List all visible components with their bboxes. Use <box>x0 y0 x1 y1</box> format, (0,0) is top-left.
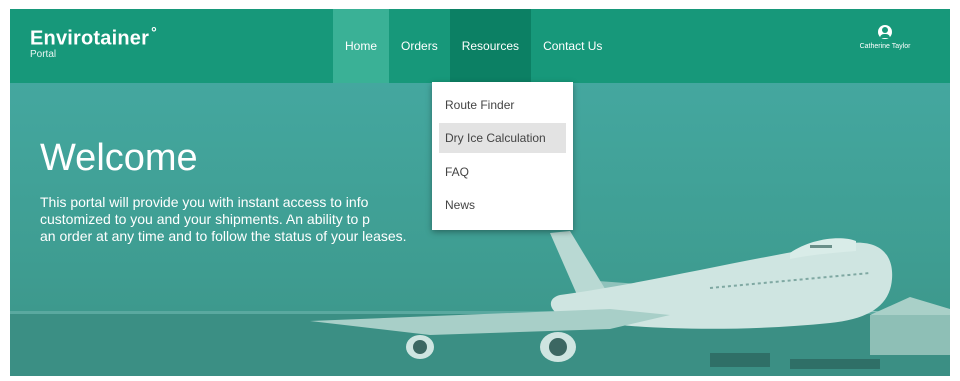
ground-equipment <box>790 359 880 369</box>
welcome-text-line-1: This portal will provide you with instan… <box>40 194 369 210</box>
airplane-engine-intake <box>413 340 427 354</box>
nav-item-home[interactable]: Home <box>333 9 390 83</box>
page-frame: Envirotainer ° Portal Home Orders Resourc… <box>10 9 950 376</box>
nav-item-resources[interactable]: Resources <box>449 9 532 83</box>
brand-mark: ° <box>151 24 157 40</box>
brand-logo[interactable]: Envirotainer ° Portal <box>30 21 157 60</box>
user-name: Catherine Taylor <box>859 43 911 50</box>
main-nav: Home Orders Resources Contact Us <box>333 9 614 83</box>
top-header: Envirotainer ° Portal Home Orders Resourc… <box>10 9 950 83</box>
menu-item-dry-ice-calculation[interactable]: Dry Ice Calculation <box>439 123 566 153</box>
brand-name-text: Envirotainer <box>30 27 150 50</box>
user-menu[interactable]: Catherine Taylor <box>840 25 930 51</box>
ground-vehicle <box>710 353 770 367</box>
menu-item-faq[interactable]: FAQ <box>439 157 566 187</box>
airplane-engine-intake-2 <box>549 338 567 356</box>
nav-item-contact-us[interactable]: Contact Us <box>531 9 614 83</box>
airplane-cockpit-windows <box>810 245 832 248</box>
menu-item-route-finder[interactable]: Route Finder <box>439 90 566 120</box>
welcome-heading: Welcome <box>40 137 198 179</box>
welcome-text-line-2: customized to you and your shipments. An… <box>40 211 370 227</box>
hangar-building <box>870 315 950 355</box>
brand-subtitle: Portal <box>30 48 57 60</box>
welcome-text-line-3: an order at any time and to follow the s… <box>40 228 407 244</box>
brand-name: Envirotainer ° <box>30 21 157 50</box>
menu-item-news[interactable]: News <box>439 190 566 220</box>
resources-dropdown-menu: Route Finder Dry Ice Calculation FAQ New… <box>432 82 573 230</box>
nav-item-orders[interactable]: Orders <box>389 9 450 83</box>
user-circle-icon <box>878 25 892 39</box>
